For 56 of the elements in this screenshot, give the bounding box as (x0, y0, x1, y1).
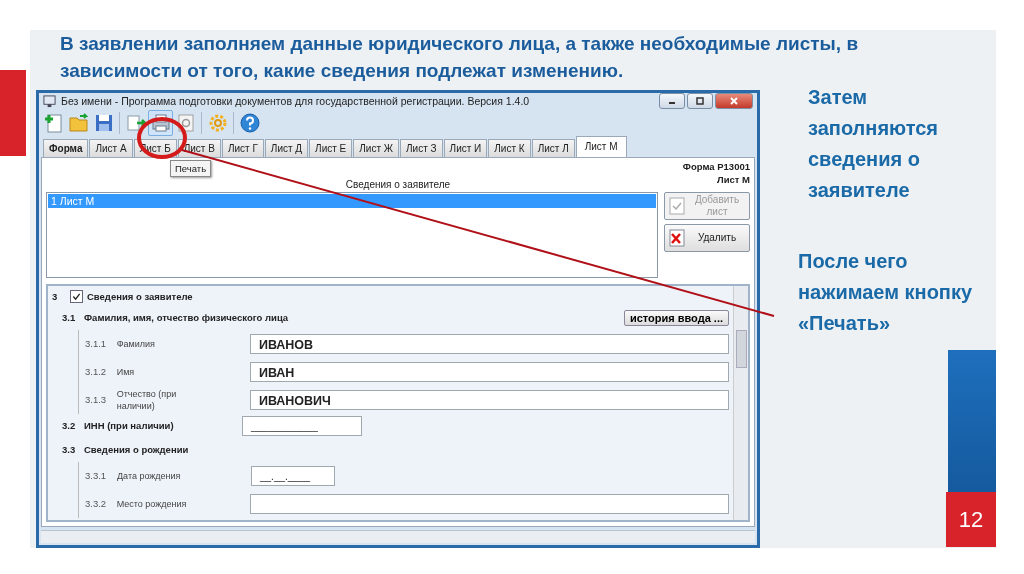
section-checkbox[interactable] (70, 290, 83, 304)
maximize-button[interactable] (687, 93, 713, 110)
field-number: 3.1.1 (85, 338, 108, 350)
group-number: 3.2 (62, 420, 76, 432)
sheet-tab[interactable]: Лист М (575, 135, 627, 157)
group-number: 3.1 (62, 312, 76, 324)
field-label: Фамилия (116, 337, 156, 350)
sheet-tab[interactable]: Лист К (488, 138, 531, 157)
sheet-tab[interactable]: Форма (43, 138, 89, 157)
group-label: Фамилия, имя, отчество физического лица (84, 312, 289, 324)
field-number: 3.1.3 (85, 394, 108, 406)
field-label: Место рождения (116, 497, 188, 510)
note-text: После чего нажимаем кнопку «Печать» (798, 249, 974, 336)
input-field[interactable]: ИВАН (249, 361, 729, 382)
sheet-tab[interactable]: Лист Г (221, 138, 264, 157)
maximize-icon (695, 96, 705, 107)
input-field[interactable]: __.__.____ (251, 465, 335, 486)
minimize-button[interactable] (659, 93, 685, 110)
sheet-tab[interactable]: Лист И (443, 138, 488, 157)
close-button[interactable] (715, 93, 753, 110)
input-field[interactable] (249, 493, 729, 514)
delete-button[interactable]: Удалить (664, 223, 750, 252)
field-label: Имя (116, 365, 136, 378)
close-icon (729, 96, 739, 107)
input-field[interactable]: ИВАНОВ (249, 333, 729, 354)
slide-heading: В заявлении заполняем данные юридического лица, а также необходимые листы, в зависимости от того, какие сведения подлежат изменению. (59, 32, 860, 83)
field-label: Отчество (при наличии) (116, 387, 178, 412)
group-number: 3.3 (62, 444, 76, 456)
page-number: 12 (946, 492, 996, 547)
history-button[interactable]: история ввода ... (623, 309, 729, 326)
section-number: 3 (52, 291, 59, 303)
field-number: 3.1.2 (85, 366, 108, 378)
sheet-tab[interactable]: Лист Ж (353, 138, 400, 157)
field-number: 3.3.2 (85, 498, 108, 510)
field-label: Дата рождения (117, 469, 182, 482)
window-title: Без имени - Программа подготовки документов для государственной регистрации. Версия 1.4.0 (61, 95, 531, 108)
sheet-tab[interactable]: Лист Л (531, 138, 575, 157)
monitor-icon (43, 94, 56, 108)
input-field[interactable]: ____________ (242, 415, 362, 436)
group-label: ИНН (при наличии) (84, 420, 175, 432)
delete-icon (669, 228, 685, 247)
input-field[interactable]: ИВАНОВИЧ (249, 389, 729, 410)
check-document-icon (669, 196, 685, 215)
group-label: Сведения о рождении (84, 444, 190, 456)
section-label: Сведения о заявителе (87, 291, 193, 303)
sheet-tab[interactable]: Лист Д (264, 138, 309, 157)
section-title: Сведения о заявителе (345, 178, 451, 190)
scrollbar[interactable] (733, 285, 748, 520)
tooltip: Печать (170, 159, 212, 177)
sheet-tab[interactable]: Лист А (89, 138, 133, 157)
sheet-tab[interactable]: Лист З (400, 138, 443, 157)
form-code: Форма Р13001 (682, 159, 750, 173)
sheet-label: Лист М (717, 172, 750, 186)
note-text: Затем заполняются сведения о заявителе (808, 85, 939, 203)
sheet-tab[interactable]: Лист Е (309, 138, 353, 157)
field-number: 3.3.1 (85, 470, 108, 482)
